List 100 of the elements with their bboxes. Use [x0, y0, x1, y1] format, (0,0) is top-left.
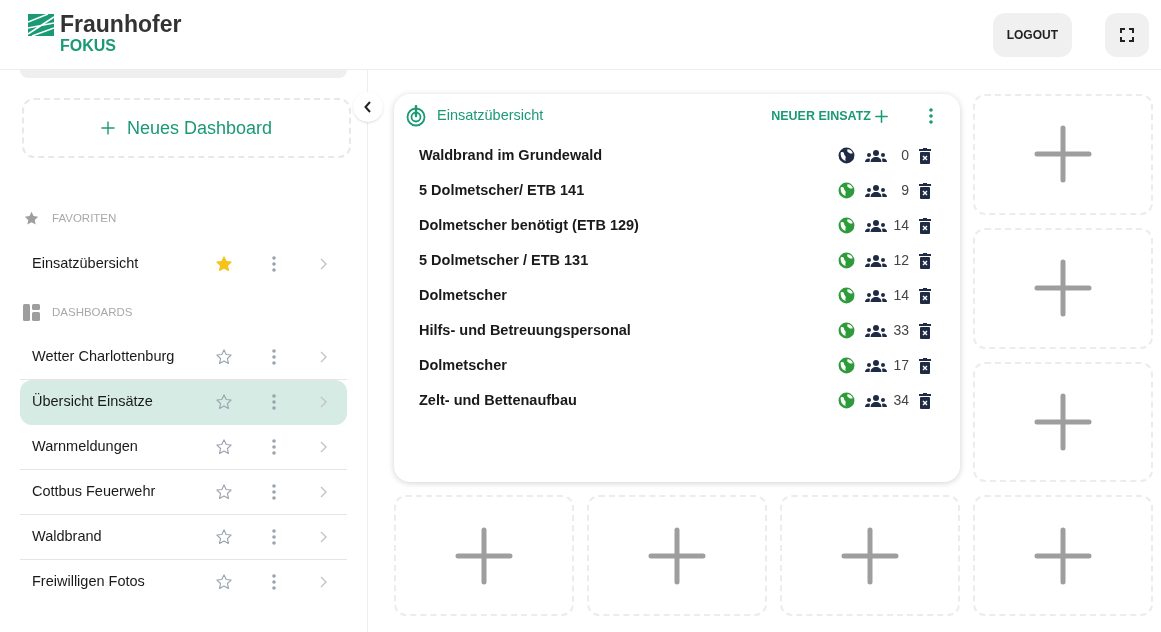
add-widget-slot[interactable] — [394, 495, 574, 616]
star-outline-icon[interactable] — [215, 437, 233, 456]
logo-name: Fraunhofer — [60, 13, 182, 36]
add-widget-slot[interactable] — [973, 495, 1153, 616]
dashboard-item[interactable]: Wetter Charlottenburg — [20, 334, 347, 380]
helper-count: 14 — [892, 216, 909, 235]
mission-name: Dolmetscher — [419, 285, 508, 305]
plus-icon — [840, 525, 900, 586]
plus-icon — [100, 121, 115, 135]
mission-name: Dolmetscher benötigt (ETB 129) — [419, 215, 640, 235]
chevron-right-icon[interactable] — [319, 576, 327, 588]
star-outline-icon[interactable] — [215, 393, 233, 411]
dashboard-name: Waldbrand — [32, 526, 103, 546]
dashboard-item[interactable]: Waldbrand — [20, 514, 347, 560]
helper-count: 14 — [892, 286, 909, 305]
collapse-button[interactable] — [353, 92, 383, 122]
plus-icon — [1033, 124, 1093, 185]
mission-row[interactable]: 5 Dolmetscher / ETB 131 12 — [419, 243, 931, 278]
more-icon[interactable] — [271, 527, 277, 546]
star-outline-icon[interactable] — [215, 573, 233, 591]
star-outline-icon[interactable] — [215, 347, 233, 366]
add-widget-slot[interactable] — [973, 361, 1153, 483]
group-icon — [865, 148, 887, 163]
plus-icon — [1033, 258, 1093, 319]
dashboard-name: Wetter Charlottenburg — [32, 346, 176, 366]
new-dashboard-button[interactable]: Neues Dashboard — [22, 98, 351, 158]
widget-title: Einsatzübersicht — [437, 106, 544, 126]
more-icon[interactable] — [271, 482, 277, 501]
chevron-right-icon[interactable] — [319, 485, 327, 498]
dashboard-item[interactable]: Cottbus Feuerwehr — [20, 469, 347, 515]
star-outline-icon[interactable] — [215, 527, 233, 546]
group-icon — [865, 253, 887, 268]
dashboard-name: Freiwilligen Fotos — [32, 572, 146, 592]
logout-button[interactable]: LOGOUT — [992, 12, 1072, 57]
logo-icon — [28, 13, 54, 36]
mission-row[interactable]: Dolmetscher 14 — [419, 278, 931, 313]
chevron-right-icon[interactable] — [319, 350, 327, 363]
plus-icon — [1033, 391, 1093, 452]
chevron-right-icon[interactable] — [319, 530, 327, 543]
delete-icon[interactable] — [919, 147, 931, 164]
more-icon[interactable] — [271, 573, 277, 591]
helper-count: 17 — [892, 356, 909, 375]
fullscreen-button[interactable] — [1105, 12, 1149, 57]
plus-icon — [454, 525, 514, 586]
logo-subtitle: FOKUS — [60, 36, 117, 56]
delete-icon[interactable] — [919, 357, 931, 374]
dashboard-item[interactable]: Freiwilligen Fotos — [20, 559, 347, 605]
power-icon — [406, 105, 426, 127]
mission-row[interactable]: 5 Dolmetscher/ ETB 141 9 — [419, 173, 931, 208]
group-icon — [865, 323, 887, 338]
delete-icon[interactable] — [919, 182, 931, 199]
mission-name: 5 Dolmetscher/ ETB 141 — [419, 180, 586, 200]
mission-row[interactable]: Waldbrand im Grundewald 0 — [419, 138, 931, 173]
group-icon — [865, 393, 887, 408]
mission-name: Hilfs- und Betreuungspersonal — [419, 320, 632, 340]
dashboard-item[interactable]: Warnmeldungen — [20, 424, 347, 470]
dashboard-name: Warnmeldungen — [32, 436, 139, 456]
more-icon[interactable] — [271, 347, 277, 366]
star-outline-icon[interactable] — [215, 482, 233, 501]
chevron-right-icon[interactable] — [319, 257, 327, 270]
delete-icon[interactable] — [919, 252, 931, 269]
dashboard-name: Einsatzübersicht — [32, 253, 140, 273]
more-icon[interactable] — [928, 107, 934, 125]
more-icon[interactable] — [271, 254, 277, 273]
chevron-right-icon[interactable] — [319, 440, 327, 453]
more-icon[interactable] — [271, 393, 277, 411]
add-widget-slot[interactable] — [780, 495, 960, 616]
mission-name: Zelt- und Bettenaufbau — [419, 390, 578, 410]
new-mission-button[interactable]: NEUER EINSATZ — [771, 106, 888, 126]
mission-name: Dolmetscher — [419, 355, 508, 375]
dashboard-item[interactable]: Einsatzübersicht — [20, 241, 347, 287]
star-icon[interactable] — [215, 254, 233, 273]
section-title: FAVORITEN — [52, 211, 117, 226]
mission-row[interactable]: Dolmetscher benötigt (ETB 129) 14 — [419, 208, 931, 243]
add-widget-slot[interactable] — [973, 94, 1153, 215]
dashboard-name: Übersicht Einsätze — [32, 392, 154, 412]
mission-row[interactable]: Hilfs- und Betreuungspersonal 33 — [419, 313, 931, 348]
chevron-left-icon — [364, 101, 372, 113]
mission-row[interactable]: Zelt- und Bettenaufbau 34 — [419, 383, 931, 418]
more-icon[interactable] — [271, 437, 277, 456]
helper-count: 33 — [892, 321, 909, 340]
delete-icon[interactable] — [919, 392, 931, 409]
plus-icon — [1033, 525, 1093, 586]
delete-icon[interactable] — [919, 217, 931, 234]
dashboard-section-icon — [23, 304, 40, 322]
plus-icon — [875, 109, 888, 123]
helper-count: 12 — [892, 251, 909, 270]
add-widget-slot[interactable] — [973, 227, 1153, 349]
group-icon — [865, 358, 887, 373]
mission-row[interactable]: Dolmetscher 17 — [419, 348, 931, 383]
delete-icon[interactable] — [919, 287, 931, 304]
dashboard-name: Cottbus Feuerwehr — [32, 481, 157, 501]
helper-count: 9 — [900, 181, 909, 200]
group-icon — [865, 288, 887, 303]
chevron-right-icon[interactable] — [319, 396, 327, 408]
helper-count: 0 — [900, 146, 909, 165]
group-icon — [865, 218, 887, 233]
dashboard-item[interactable]: Übersicht Einsätze — [20, 379, 347, 425]
delete-icon[interactable] — [919, 322, 931, 339]
add-widget-slot[interactable] — [587, 495, 767, 616]
